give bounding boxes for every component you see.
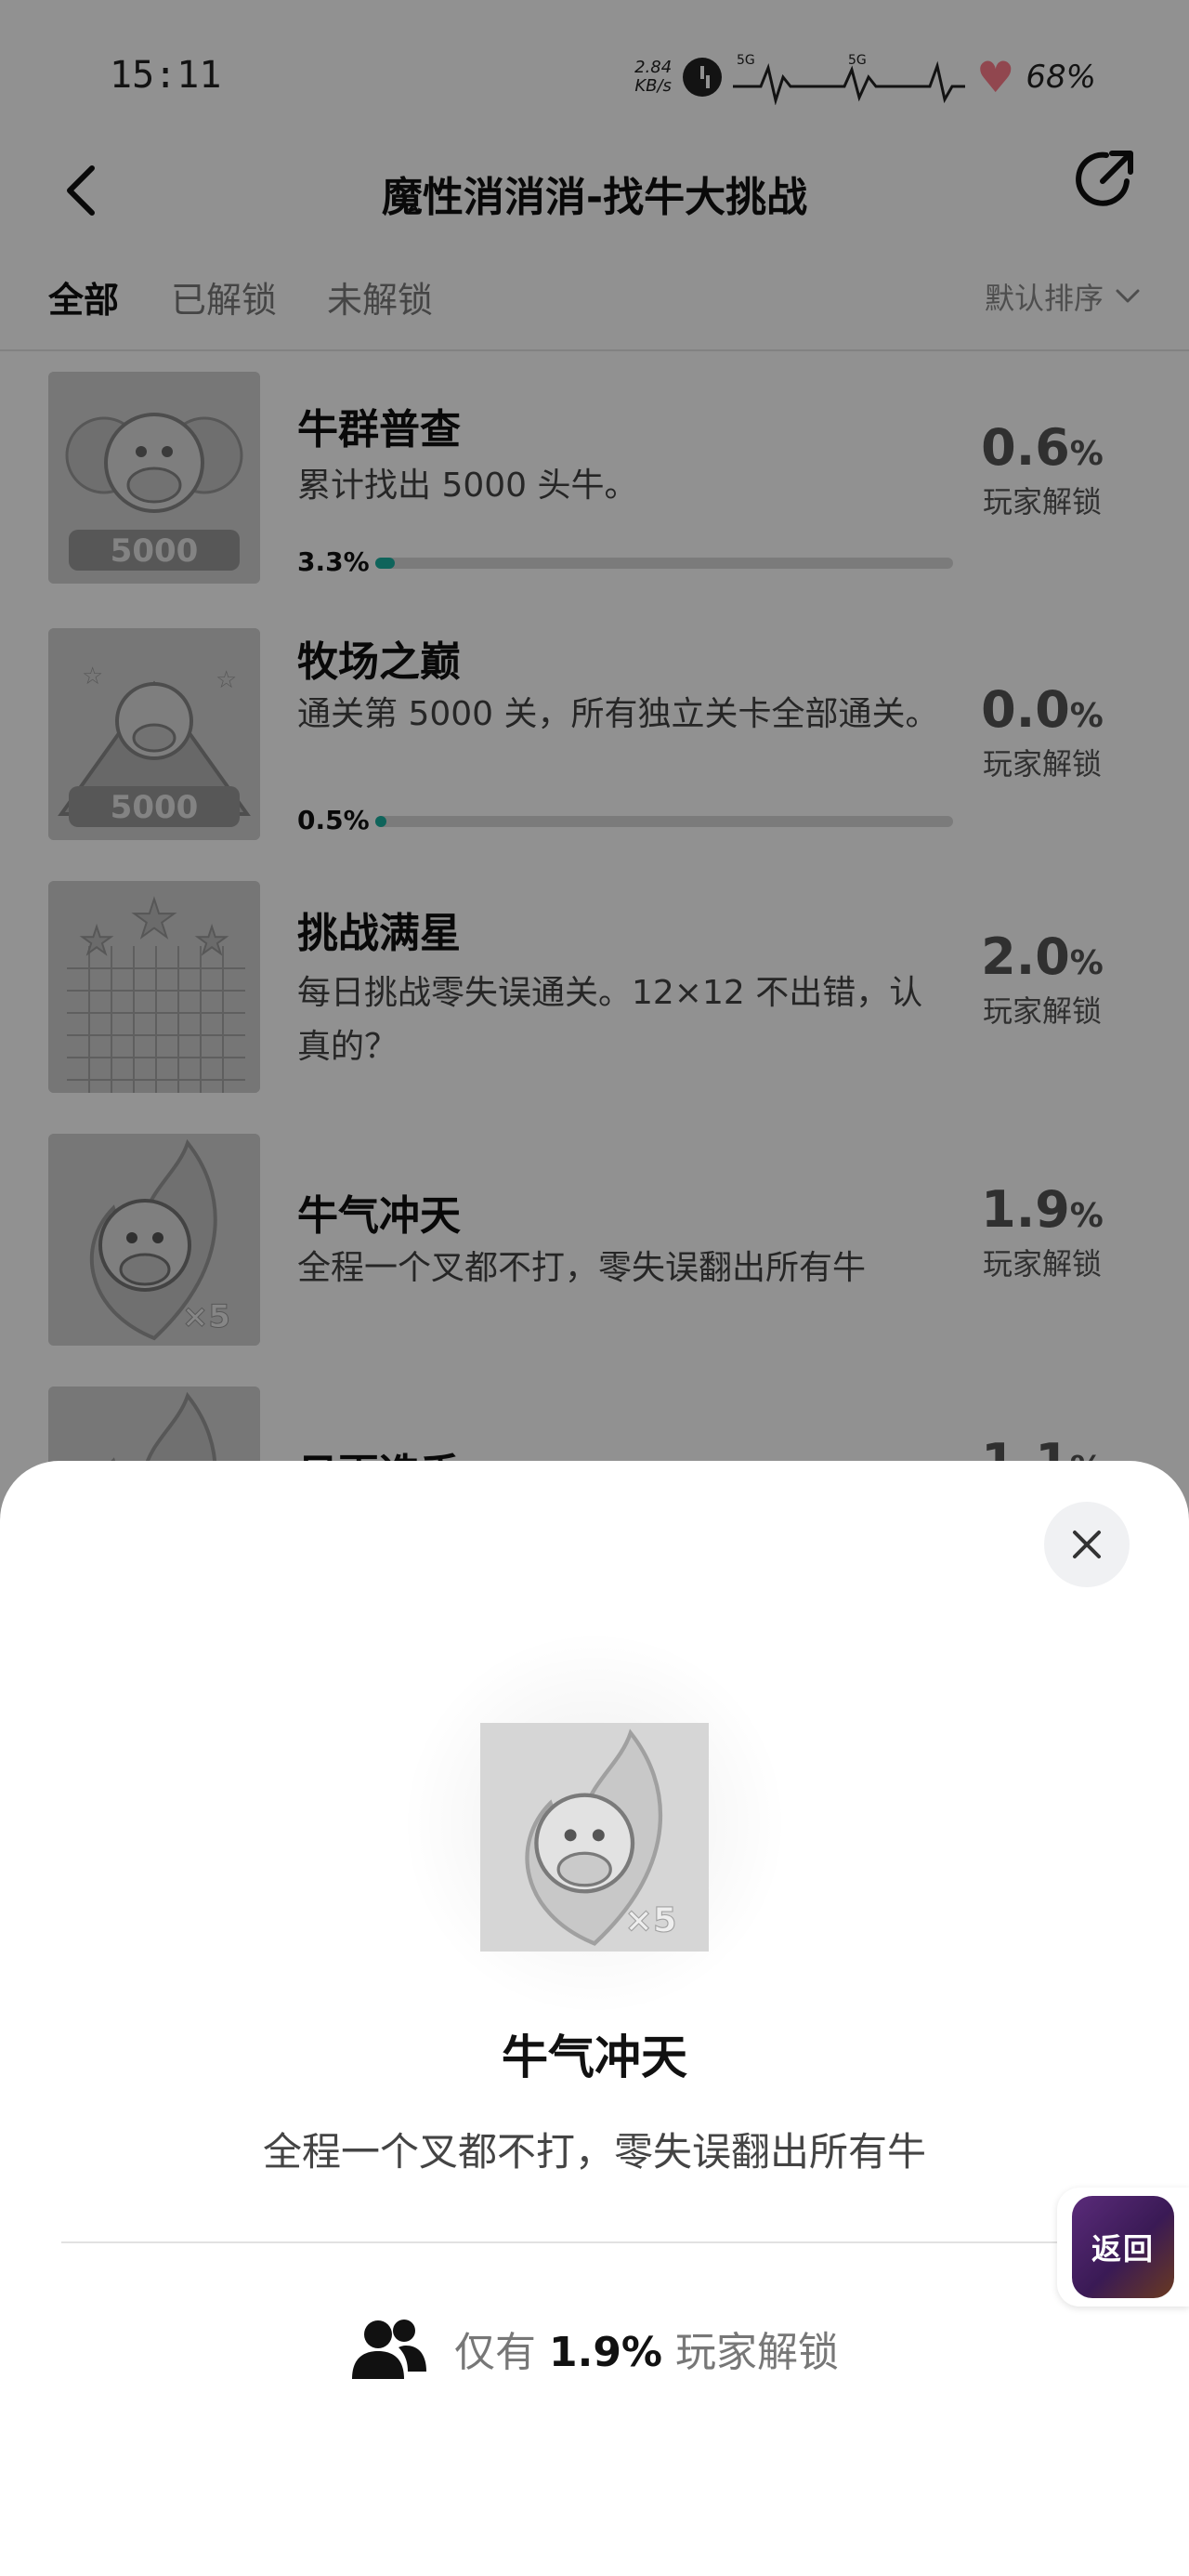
unlock-stat: 仅有 1.9% 玩家解锁 xyxy=(0,2316,1189,2381)
stat-value: 1.9% xyxy=(548,2329,663,2376)
floating-return-button[interactable]: 返回 xyxy=(1057,2188,1189,2307)
divider xyxy=(61,2241,1130,2243)
sheet-description: 全程一个叉都不打，零失误翻出所有牛 xyxy=(262,2129,926,2175)
flame-cow-icon: ×5 xyxy=(480,1723,709,1952)
sheet-title: 牛气冲天 xyxy=(502,2031,687,2084)
users-icon xyxy=(351,2320,426,2379)
return-label: 返回 xyxy=(1072,2196,1174,2298)
svg-text:×5: ×5 xyxy=(624,1899,676,1939)
achievement-detail-image: ×5 xyxy=(480,1723,709,1952)
achievement-detail-sheet: ×5 牛气冲天 全程一个叉都不打，零失误翻出所有牛 仅有 1.9% 玩家解锁 xyxy=(0,1461,1189,2576)
close-button[interactable] xyxy=(1044,1502,1130,1587)
stat-prefix: 仅有 xyxy=(453,2329,536,2376)
stat-suffix: 玩家解锁 xyxy=(675,2329,840,2376)
close-icon xyxy=(1073,1531,1101,1558)
